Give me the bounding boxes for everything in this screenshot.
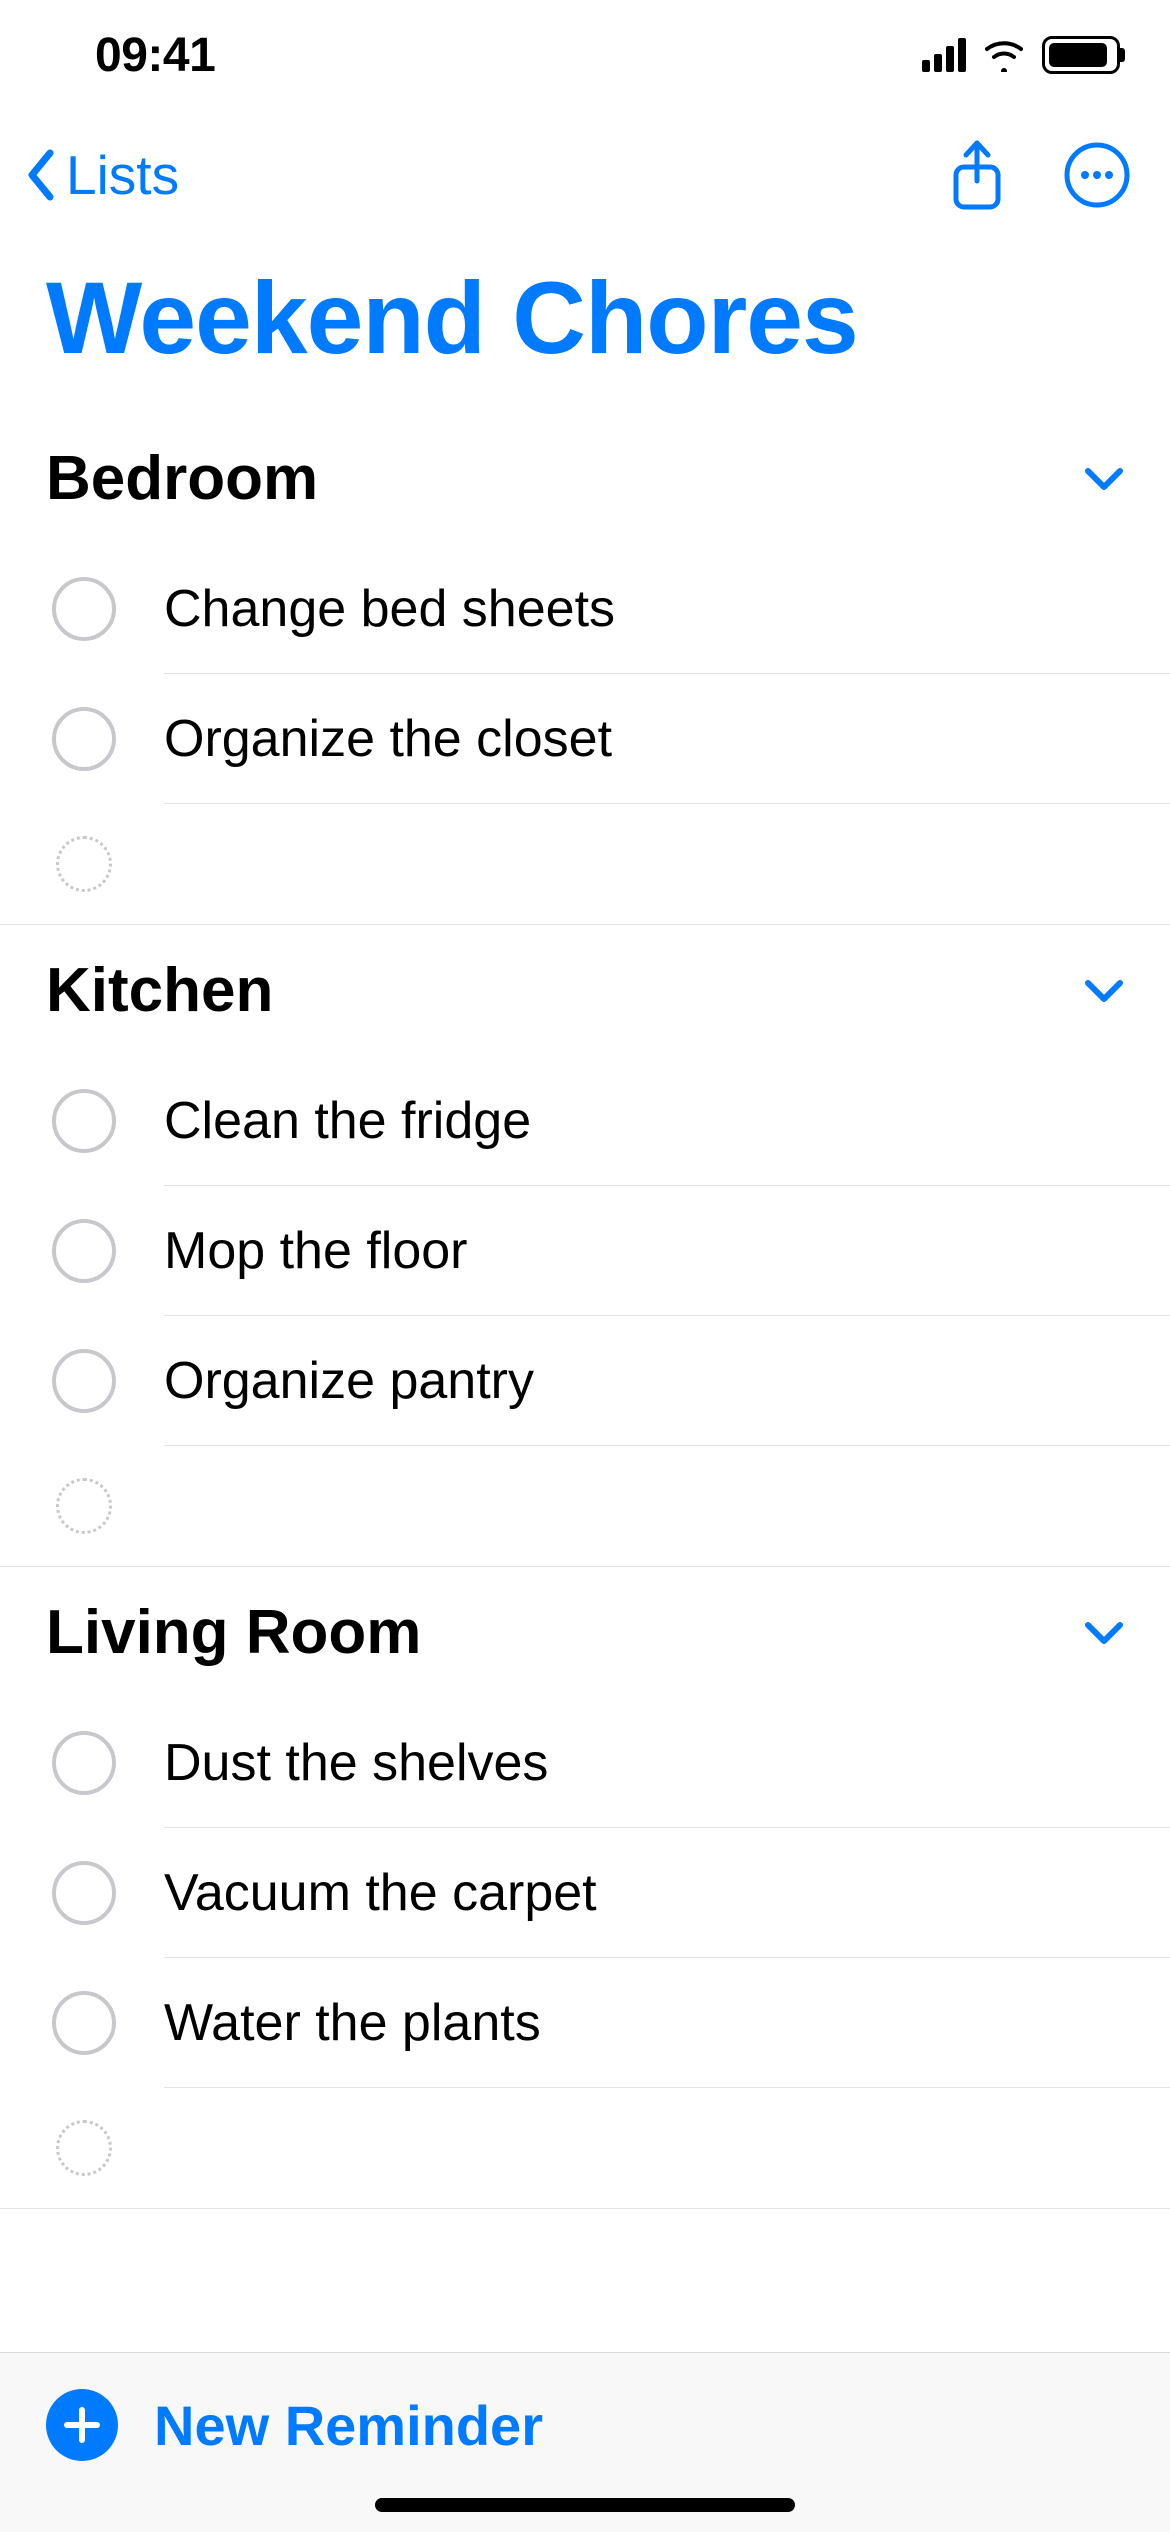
add-item-placeholder[interactable] [0, 2088, 1170, 2208]
list-item[interactable]: Organize pantry [0, 1316, 1170, 1446]
nav-bar: Lists [0, 110, 1170, 240]
status-bar: 09:41 [0, 0, 1170, 110]
back-label: Lists [66, 143, 179, 207]
item-content: Vacuum the carpet [164, 1828, 1170, 1958]
section-title: Bedroom [46, 443, 318, 514]
item-label: Organize pantry [164, 1351, 534, 1411]
add-item-placeholder[interactable] [0, 1446, 1170, 1566]
checkbox-circle[interactable] [52, 1861, 116, 1925]
list-item[interactable]: Vacuum the carpet [0, 1828, 1170, 1958]
chevron-down-icon [1084, 979, 1124, 1003]
section-title: Living Room [46, 1597, 421, 1668]
item-content: Organize the closet [164, 674, 1170, 804]
more-icon[interactable] [1064, 142, 1130, 208]
item-label: Water the plants [164, 1993, 541, 2053]
battery-icon [1042, 36, 1120, 74]
status-icons [922, 36, 1120, 74]
item-content [160, 804, 1170, 924]
item-content [160, 1446, 1170, 1566]
section: Living Room Dust the shelves Vacuum the ca… [0, 1567, 1170, 2209]
checkbox-circle[interactable] [52, 707, 116, 771]
item-content: Mop the floor [164, 1186, 1170, 1316]
checkbox-circle[interactable] [52, 1349, 116, 1413]
item-label: Mop the floor [164, 1221, 468, 1281]
cellular-icon [922, 38, 966, 72]
list-item[interactable]: Water the plants [0, 1958, 1170, 2088]
section-header[interactable]: Bedroom [0, 413, 1170, 544]
checkbox-circle[interactable] [52, 1089, 116, 1153]
section-title: Kitchen [46, 955, 273, 1026]
back-button[interactable]: Lists [26, 143, 179, 207]
plus-icon [46, 2389, 118, 2461]
checkbox-circle[interactable] [52, 1731, 116, 1795]
item-label: Organize the closet [164, 709, 612, 769]
placeholder-circle-icon [56, 2120, 112, 2176]
home-indicator[interactable] [375, 2498, 795, 2512]
section-header[interactable]: Living Room [0, 1567, 1170, 1698]
item-label: Clean the fridge [164, 1091, 531, 1151]
section: Bedroom Change bed sheets Organize the clo… [0, 413, 1170, 925]
share-icon[interactable] [950, 139, 1004, 211]
item-label: Vacuum the carpet [164, 1863, 597, 1923]
placeholder-circle-icon [56, 836, 112, 892]
list-item[interactable]: Mop the floor [0, 1186, 1170, 1316]
item-content: Dust the shelves [164, 1698, 1170, 1828]
section-header[interactable]: Kitchen [0, 925, 1170, 1056]
wifi-icon [982, 38, 1026, 72]
checkbox-circle[interactable] [52, 1991, 116, 2055]
content: Weekend Chores Bedroom Change bed sheets O… [0, 240, 1170, 2352]
item-content: Organize pantry [164, 1316, 1170, 1446]
item-label: Dust the shelves [164, 1733, 548, 1793]
add-item-placeholder[interactable] [0, 804, 1170, 924]
chevron-down-icon [1084, 1621, 1124, 1645]
placeholder-circle-icon [56, 1478, 112, 1534]
new-reminder-label: New Reminder [154, 2393, 543, 2458]
status-time: 09:41 [95, 28, 215, 83]
section: Kitchen Clean the fridge Mop the floor Orga… [0, 925, 1170, 1567]
checkbox-circle[interactable] [52, 1219, 116, 1283]
chevron-left-icon [26, 149, 56, 201]
list-item[interactable]: Change bed sheets [0, 544, 1170, 674]
checkbox-circle[interactable] [52, 577, 116, 641]
list-item[interactable]: Clean the fridge [0, 1056, 1170, 1186]
page-title: Weekend Chores [0, 240, 1170, 413]
chevron-down-icon [1084, 467, 1124, 491]
item-label: Change bed sheets [164, 579, 615, 639]
item-content: Clean the fridge [164, 1056, 1170, 1186]
list-item[interactable]: Dust the shelves [0, 1698, 1170, 1828]
list-item[interactable]: Organize the closet [0, 674, 1170, 804]
item-content: Water the plants [164, 1958, 1170, 2088]
item-content [160, 2088, 1170, 2208]
item-content: Change bed sheets [164, 544, 1170, 674]
new-reminder-button[interactable]: New Reminder [46, 2389, 543, 2461]
